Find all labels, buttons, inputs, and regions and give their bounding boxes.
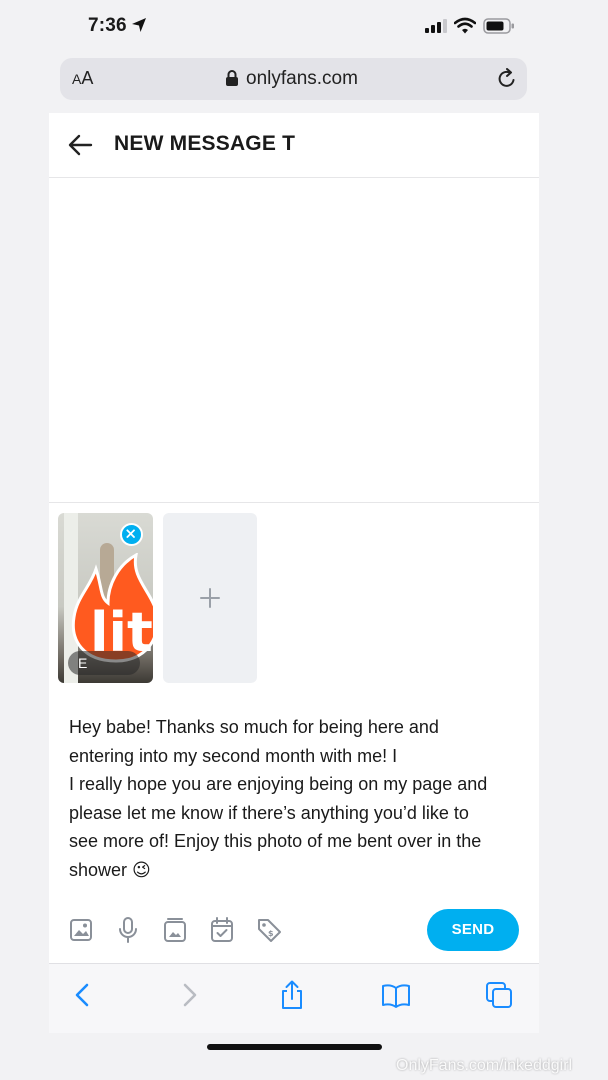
page-title: NEW MESSAGE T [114, 132, 296, 155]
svg-text:$: $ [268, 929, 274, 938]
message-input[interactable]: Hey babe! Thanks so much for being here … [69, 713, 529, 884]
location-arrow-icon [132, 18, 146, 32]
back-chevron-icon[interactable] [68, 980, 98, 1010]
text-size-small-label: A [72, 71, 82, 87]
lit-fire-sticker: lit [71, 553, 153, 663]
wifi-icon [454, 17, 476, 34]
message-header: NEW MESSAGE T [49, 113, 539, 178]
home-indicator [207, 1044, 382, 1050]
message-line: shower 😉 [69, 859, 151, 880]
edit-media-label[interactable]: E [68, 651, 140, 675]
watermark: OnlyFans.com/inkeddgirl [396, 1057, 573, 1074]
bookmarks-icon[interactable] [381, 980, 411, 1010]
remove-media-close-icon[interactable] [120, 523, 143, 546]
text-size-large-label: A [81, 68, 94, 88]
tabs-icon[interactable] [484, 980, 514, 1010]
plus-icon [200, 588, 220, 608]
add-media-button[interactable] [163, 513, 257, 683]
conversation-area [49, 178, 539, 503]
message-line: see more of! Enjoy this photo of me bent… [69, 831, 482, 851]
text-size-button[interactable]: AA [72, 68, 93, 89]
image-icon[interactable] [68, 916, 94, 944]
send-button[interactable]: SEND [427, 909, 519, 951]
message-line: entering into my second month with me! I [69, 745, 398, 766]
message-line: please let me know if there’s anything y… [69, 802, 469, 823]
lock-icon [226, 70, 238, 86]
share-icon[interactable] [277, 980, 307, 1010]
microphone-icon[interactable] [115, 916, 141, 944]
back-arrow-icon[interactable] [67, 133, 93, 157]
vault-icon[interactable] [162, 916, 188, 944]
message-line: I really hope you are enjoying being on … [69, 774, 488, 794]
status-bar: 7:36 [0, 0, 608, 52]
status-time: 7:36 [88, 15, 127, 36]
message-composer-page: NEW MESSAGE T lit E Hey babe! Thanks so … [49, 113, 539, 963]
message-line: Hey babe! Thanks so much for being here … [69, 717, 439, 737]
browser-toolbar [49, 963, 539, 1033]
address-bar[interactable]: AA onlyfans.com [60, 58, 527, 100]
battery-icon [483, 18, 514, 34]
cellular-signal-icon [425, 19, 447, 33]
calendar-icon[interactable] [209, 916, 235, 944]
forward-chevron-icon[interactable] [174, 980, 204, 1010]
attached-media-thumbnail[interactable]: lit E [58, 513, 153, 683]
price-tag-icon[interactable]: $ [256, 916, 282, 944]
url-domain[interactable]: onlyfans.com [246, 68, 358, 90]
reload-icon[interactable] [496, 68, 518, 90]
